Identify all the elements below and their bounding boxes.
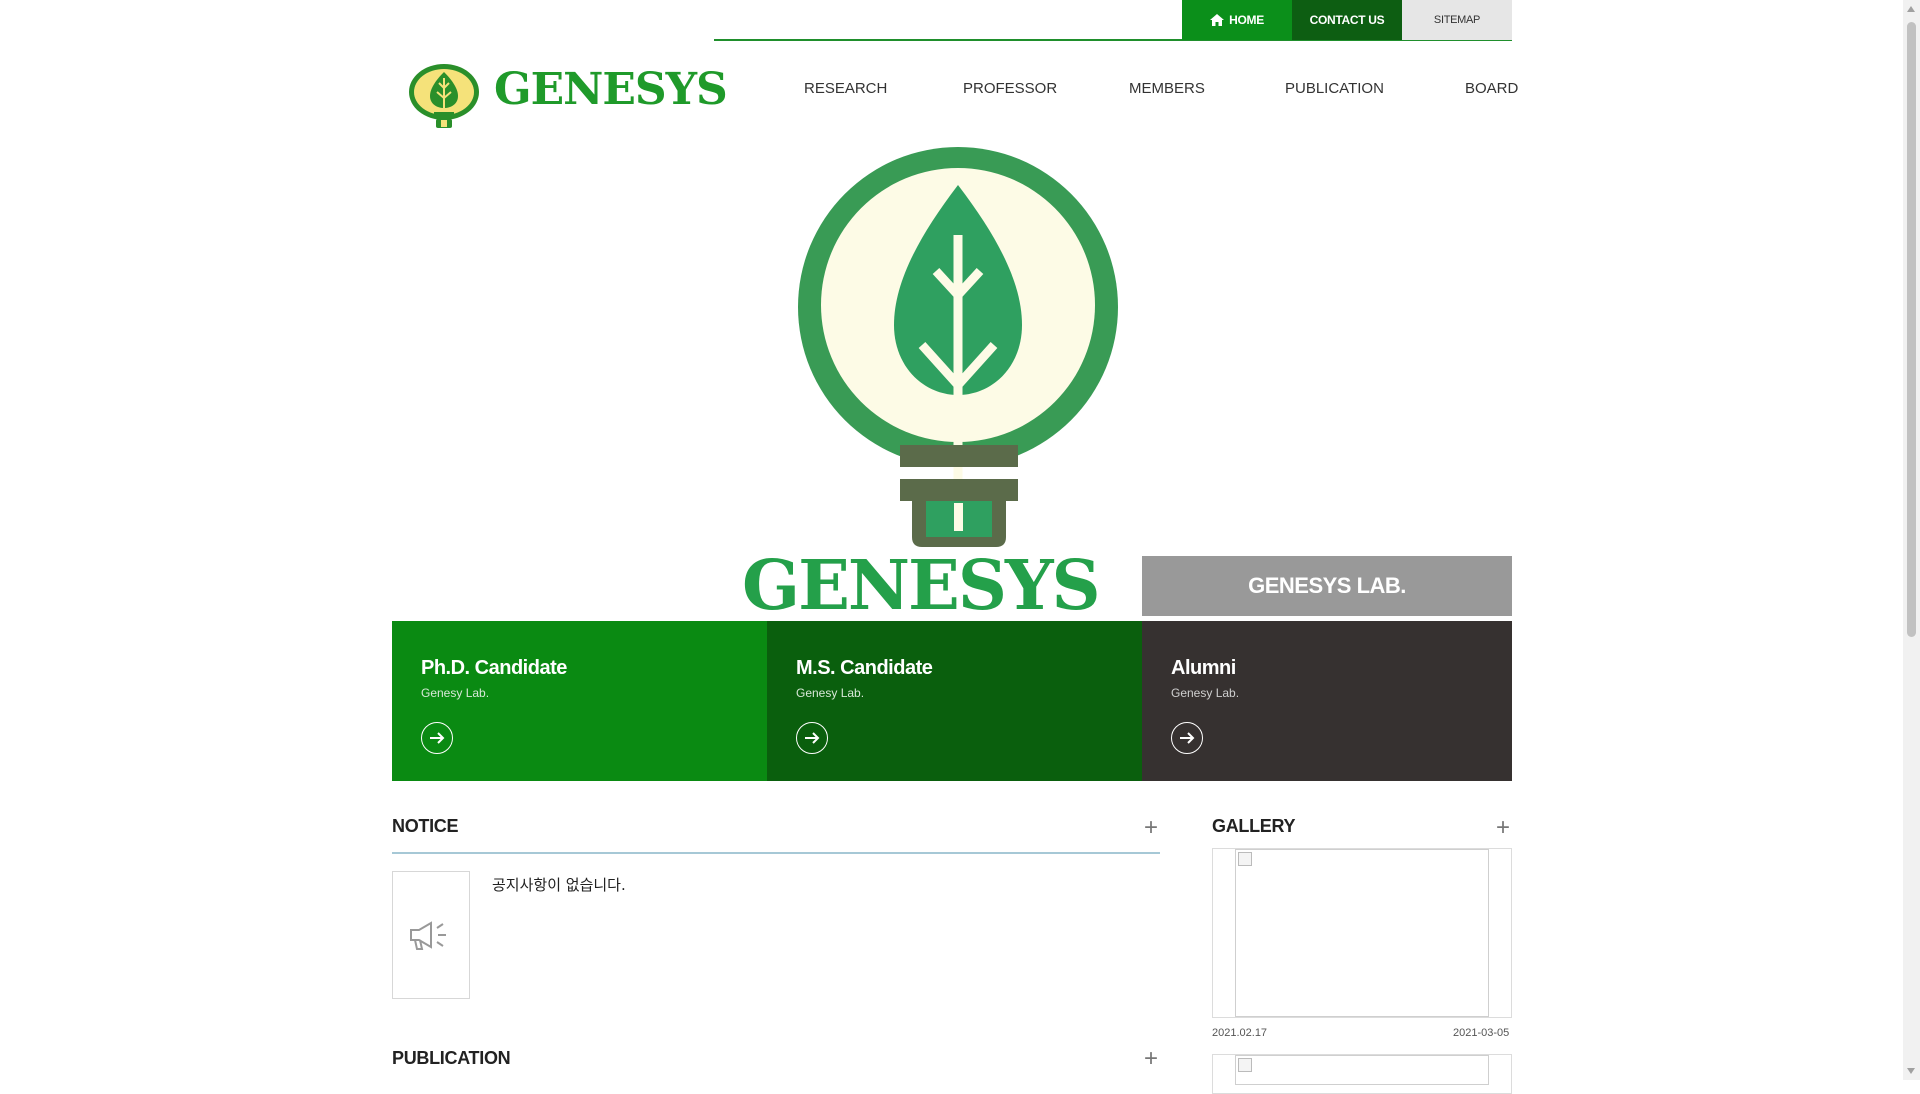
home-link[interactable]: HOME <box>1182 0 1292 40</box>
gallery-image[interactable] <box>1235 849 1489 1017</box>
scrollbar-thumb[interactable] <box>1907 22 1916 637</box>
nav-publication[interactable]: PUBLICATION <box>1285 80 1384 104</box>
gallery-more-plus-icon[interactable]: + <box>1496 816 1510 840</box>
gallery-item[interactable] <box>1212 848 1512 1018</box>
card-title: Ph.D. Candidate <box>421 657 567 679</box>
home-link-label: HOME <box>1229 13 1264 27</box>
nav-research[interactable]: RESEARCH <box>804 80 887 104</box>
card-subtitle: Genesy Lab. <box>796 686 865 700</box>
vertical-scrollbar[interactable] <box>1903 0 1920 1080</box>
broken-image-icon <box>1238 852 1252 866</box>
gallery-date: 2021.02.17 <box>1212 1027 1268 1039</box>
home-icon <box>1210 14 1225 26</box>
scroll-down-arrow-icon[interactable] <box>1907 1068 1915 1074</box>
sitemap-label: SITEMAP <box>1433 14 1481 26</box>
sitemap-link[interactable]: SITEMAP <box>1402 0 1512 40</box>
arrow-right-icon[interactable] <box>421 722 453 754</box>
card-title: Alumni <box>1171 657 1236 679</box>
publication-more-plus-icon[interactable]: + <box>1144 1047 1158 1071</box>
hero-label: GENESYS LAB. <box>1142 556 1512 616</box>
hero-lightbulb-icon <box>798 147 1118 547</box>
site-logo[interactable]: GENESYS <box>408 62 728 130</box>
gallery-image[interactable] <box>1235 1055 1489 1085</box>
hero-label-text: GENESYS LAB. <box>1248 573 1406 598</box>
nav-professor[interactable]: PROFESSOR <box>963 80 1057 104</box>
arrow-right-icon[interactable] <box>796 722 828 754</box>
notice-thumbnail <box>392 871 470 999</box>
gallery-post-date: 2021-03-05 <box>1453 1027 1510 1039</box>
nav-board[interactable]: BOARD <box>1465 80 1518 104</box>
notice-title: NOTICE <box>392 816 459 836</box>
arrow-right-icon[interactable] <box>1171 722 1203 754</box>
card-subtitle: Genesy Lab. <box>1171 686 1240 700</box>
card-title: M.S. Candidate <box>796 657 933 679</box>
notice-empty-message: 공지사항이 없습니다. <box>492 876 626 894</box>
logo-text: GENESYS <box>494 64 728 115</box>
contact-us-link[interactable]: CONTACT US <box>1292 0 1402 40</box>
publication-title: PUBLICATION <box>392 1048 511 1068</box>
broken-image-icon <box>1238 1058 1252 1072</box>
card-ms-candidate[interactable]: M.S. Candidate Genesy Lab. <box>767 621 1142 781</box>
megaphone-icon <box>410 921 446 950</box>
hero-logo: GENESYS <box>740 145 1160 626</box>
scroll-up-arrow-icon[interactable] <box>1907 6 1915 12</box>
notice-more-plus-icon[interactable]: + <box>1144 816 1158 840</box>
notice-divider <box>392 852 1160 854</box>
card-alumni[interactable]: Alumni Genesy Lab. <box>1142 621 1512 781</box>
gallery-item[interactable] <box>1212 1054 1512 1094</box>
card-subtitle: Genesy Lab. <box>421 686 490 700</box>
hero-logo-text: GENESYS <box>742 546 1101 626</box>
nav-members[interactable]: MEMBERS <box>1129 80 1205 104</box>
gallery-title: GALLERY <box>1212 816 1296 836</box>
card-phd-candidate[interactable]: Ph.D. Candidate Genesy Lab. <box>392 621 767 781</box>
contact-us-label: CONTACT US <box>1309 13 1385 27</box>
